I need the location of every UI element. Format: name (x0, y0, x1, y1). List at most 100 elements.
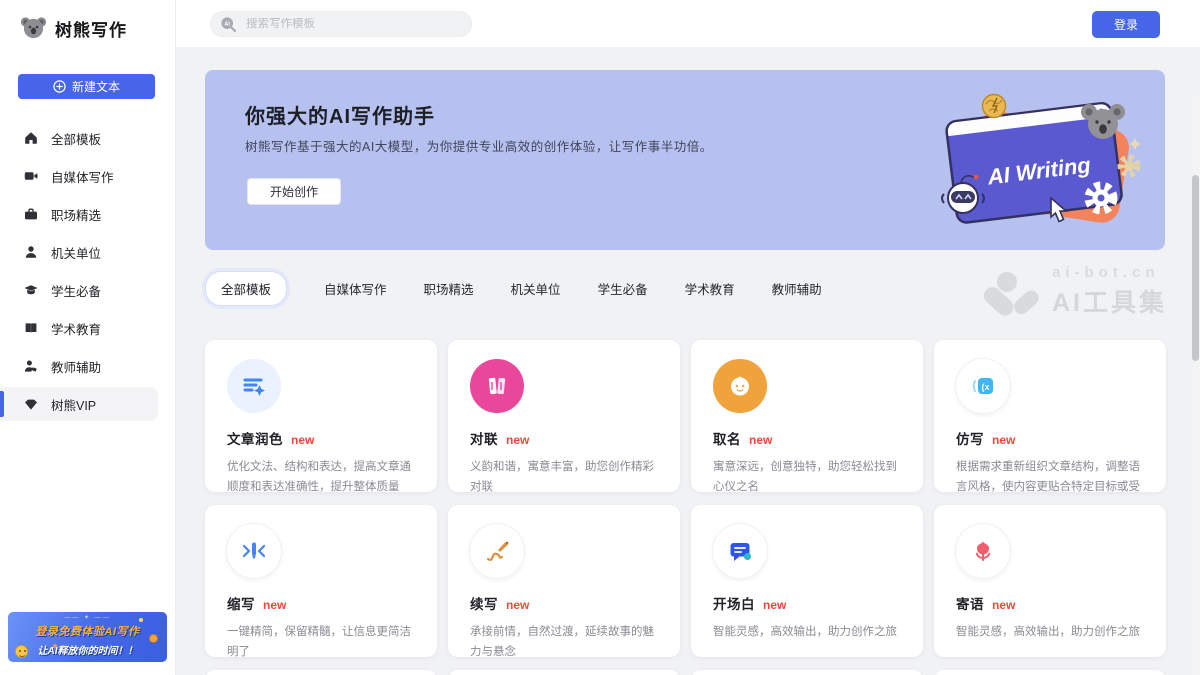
tab-students[interactable]: 学生必备 (598, 279, 648, 298)
template-card-naming[interactable]: 取名 new 寓意深远，创意独特，助您轻松找到心仪之名 (691, 340, 923, 492)
sidebar-item-all-templates[interactable]: 全部模板 (0, 121, 176, 155)
abbreviate-icon (227, 524, 281, 578)
template-card-peek[interactable] (691, 670, 923, 675)
template-card-peek[interactable] (448, 670, 680, 675)
new-badge: new (763, 598, 786, 612)
watermark: ai-bot.cn AI工具集 (984, 264, 1167, 319)
card-description: 智能灵感，高效输出，助力创作之旅 (713, 622, 901, 642)
template-card-opening[interactable]: 开场白 new 智能灵感，高效输出，助力创作之旅 (691, 505, 923, 657)
watermark-title: AI工具集 (1052, 283, 1167, 319)
scrollbar-thumb[interactable] (1192, 175, 1199, 361)
template-card-message[interactable]: 寄语 new 智能灵感，高效输出，助力创作之旅 (934, 505, 1166, 657)
watermark-texts: ai-bot.cn AI工具集 (1052, 264, 1167, 319)
sidebar-item-vip[interactable]: 树熊VIP (0, 387, 158, 421)
sidebar-item-students[interactable]: 学生必备 (0, 273, 176, 307)
card-title: 对联 (470, 428, 498, 448)
teacher-icon (24, 359, 38, 373)
card-title: 续写 (470, 593, 498, 613)
new-badge: new (992, 598, 1015, 612)
template-card-polish[interactable]: 文章润色 new 优化文法、结构和表达，提高文章通顺度和表达准确性，提升整体质量 (205, 340, 437, 492)
watermark-url: ai-bot.cn (1052, 264, 1167, 281)
svg-text:(x: (x (981, 382, 989, 392)
sidebar-item-workplace[interactable]: 职场精选 (0, 197, 176, 231)
promo-line1: 登录免费体验AI写作 (8, 623, 167, 639)
sidebar: 树熊写作 新建文本 全部模板 自媒体写作 职场精选 (0, 0, 176, 675)
sidebar-item-label: 学术教育 (51, 319, 101, 338)
start-writing-button[interactable]: 开始创作 (247, 178, 341, 205)
sidebar-item-government[interactable]: 机关单位 (0, 235, 176, 269)
couplet-icon (470, 359, 524, 413)
card-description: 优化文法、结构和表达，提高文章通顺度和表达准确性，提升整体质量 (227, 457, 415, 492)
template-card-imitate[interactable]: (x 仿写 new 根据需求重新组织文章结构，调整语言风格，使内容更贴合特定目标… (934, 340, 1166, 492)
card-title: 开场白 (713, 593, 755, 613)
sidebar-item-label: 自媒体写作 (51, 167, 114, 186)
brand-logo: 树熊写作 (20, 15, 127, 41)
sidebar-item-label: 全部模板 (51, 129, 101, 148)
tab-workplace[interactable]: 职场精选 (424, 279, 474, 298)
card-title: 寄语 (956, 593, 984, 613)
card-title: 仿写 (956, 428, 984, 448)
plus-circle-icon (53, 80, 66, 93)
sidebar-item-academic[interactable]: 学术教育 (0, 311, 176, 345)
sidebar-item-label: 树熊VIP (51, 395, 96, 414)
briefcase-icon (24, 207, 38, 221)
small-gear-icon (1121, 158, 1137, 174)
template-card-continue[interactable]: 续写 new 承接前情，自然过渡，延续故事的魅力与悬念 (448, 505, 680, 657)
continue-icon (470, 524, 524, 578)
spark-decoration (139, 618, 143, 622)
emoji-face-icon (15, 645, 28, 658)
message-icon (956, 524, 1010, 578)
brand-name: 树熊写作 (55, 16, 127, 41)
home-icon (24, 131, 38, 145)
sidebar-item-teachers[interactable]: 教师辅助 (0, 349, 176, 383)
tab-academic[interactable]: 学术教育 (685, 279, 735, 298)
topbar: AI 登录 (176, 0, 1200, 48)
ai-bot-logo-icon (984, 271, 1042, 319)
category-tabs: 全部模板 自媒体写作 职场精选 机关单位 学生必备 学术教育 教师辅助 (205, 272, 822, 304)
search-input[interactable] (246, 18, 436, 30)
card-description: 一键精简，保留精髓，让信息更简洁明了 (227, 622, 415, 657)
polish-icon (227, 359, 281, 413)
sidebar-item-self-media[interactable]: 自媒体写作 (0, 159, 176, 193)
card-title: 文章润色 (227, 428, 283, 448)
template-card-couplet[interactable]: 对联 new 义韵和谐，寓意丰富，助您创作精彩对联 (448, 340, 680, 492)
sidebar-item-label: 学生必备 (51, 281, 101, 300)
person-icon (24, 245, 38, 259)
tab-self-media[interactable]: 自媒体写作 (324, 279, 387, 298)
login-button[interactable]: 登录 (1092, 11, 1160, 38)
app-window: 树熊写作 新建文本 全部模板 自媒体写作 职场精选 (0, 0, 1200, 675)
search-bar[interactable]: AI (210, 11, 472, 37)
sparkle-icon (1129, 138, 1141, 150)
template-card-peek[interactable] (205, 670, 437, 675)
card-description: 义韵和谐，寓意丰富，助您创作精彩对联 (470, 457, 658, 492)
template-card-peek[interactable] (934, 670, 1166, 675)
template-grid: 文章润色 new 优化文法、结构和表达，提高文章通顺度和表达准确性，提升整体质量… (205, 340, 1167, 675)
book-icon (24, 321, 38, 335)
sidebar-item-label: 机关单位 (51, 243, 101, 262)
vertical-scrollbar[interactable] (1191, 96, 1200, 675)
new-badge: new (506, 433, 529, 447)
main-content: 你强大的AI写作助手 树熊写作基于强大的AI大模型，为你提供专业高效的创作体验，… (176, 48, 1200, 675)
tab-teachers[interactable]: 教师辅助 (772, 279, 822, 298)
card-description: 根据需求重新组织文章结构，调整语言风格，使内容更贴合特定目标或受众 (956, 457, 1144, 492)
media-icon (24, 169, 38, 183)
ai-search-icon: AI (220, 16, 237, 33)
card-title: 缩写 (227, 593, 255, 613)
promo-line2: 让AI释放你的时间！！ (8, 642, 167, 657)
new-document-button[interactable]: 新建文本 (18, 74, 155, 99)
hero-banner: 你强大的AI写作助手 树熊写作基于强大的AI大模型，为你提供专业高效的创作体验，… (205, 70, 1165, 250)
template-card-abbreviate[interactable]: 缩写 new 一键精简，保留精髓，让信息更简洁明了 (205, 505, 437, 657)
imitate-icon: (x (956, 359, 1010, 413)
koala-icon (20, 15, 47, 41)
sidebar-item-label: 职场精选 (51, 205, 101, 224)
new-badge: new (506, 598, 529, 612)
tab-all-templates[interactable]: 全部模板 (205, 271, 287, 306)
card-description: 智能灵感，高效输出，助力创作之旅 (956, 622, 1144, 642)
new-badge: new (263, 598, 286, 612)
naming-icon (713, 359, 767, 413)
coin-icon (149, 634, 158, 643)
tab-government[interactable]: 机关单位 (511, 279, 561, 298)
new-document-label: 新建文本 (72, 78, 120, 95)
login-promo-banner[interactable]: 登录免费体验AI写作 让AI释放你的时间！！ (8, 612, 167, 662)
card-description: 寓意深远，创意独特，助您轻松找到心仪之名 (713, 457, 901, 492)
